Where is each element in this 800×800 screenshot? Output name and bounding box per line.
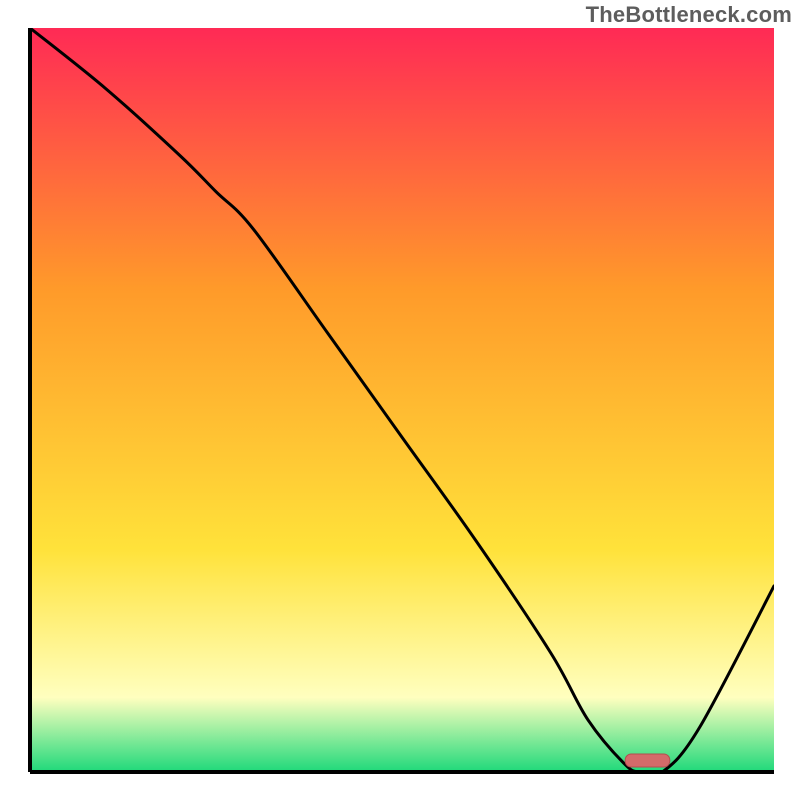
plot-area xyxy=(30,28,774,776)
optimal-marker xyxy=(625,754,670,767)
chart-stage: TheBottleneck.com xyxy=(0,0,800,800)
watermark: TheBottleneck.com xyxy=(586,2,792,28)
gradient-background xyxy=(30,28,774,772)
chart-svg xyxy=(0,0,800,800)
